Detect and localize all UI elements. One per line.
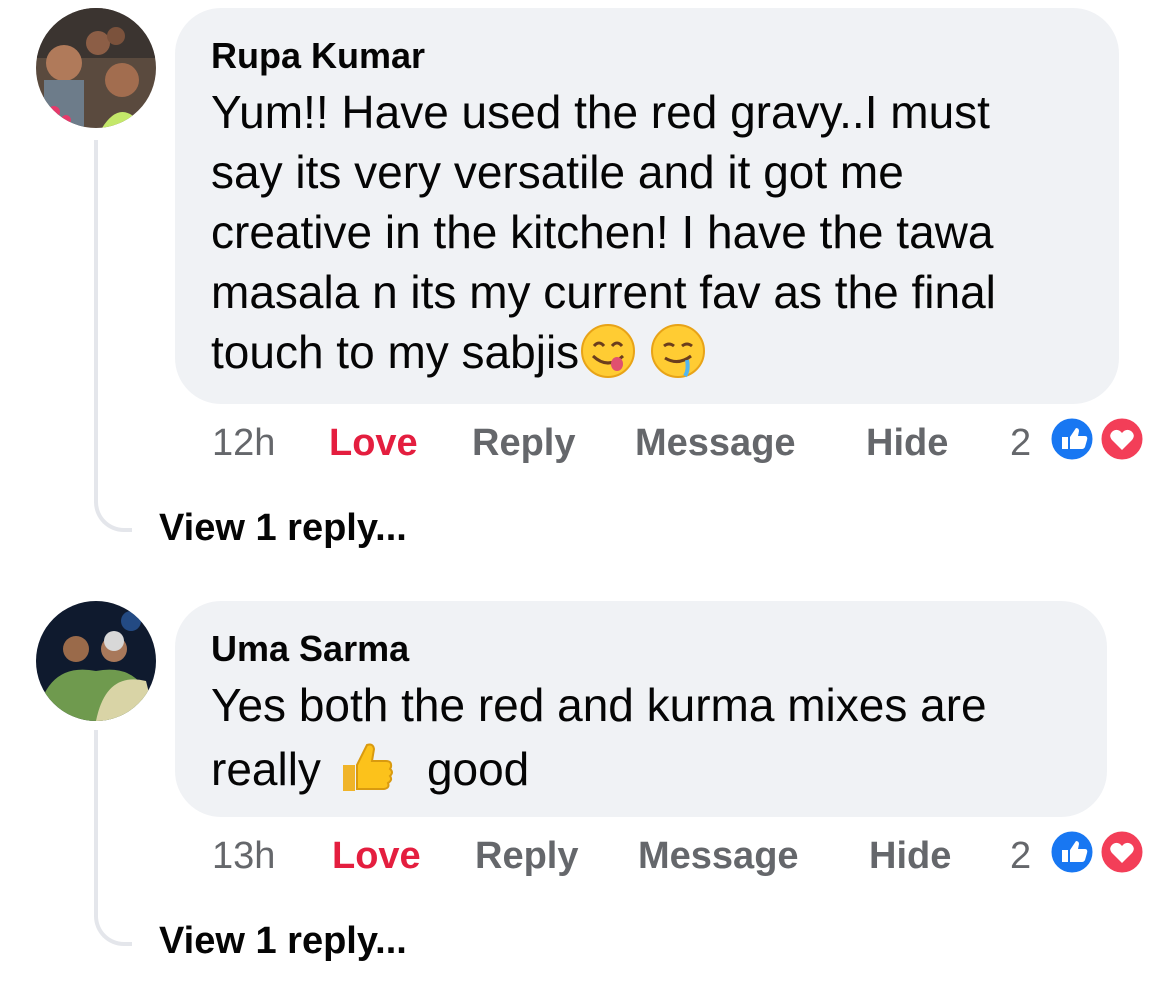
- comment-author[interactable]: Rupa Kumar: [211, 34, 1083, 78]
- message-action[interactable]: Message: [635, 415, 796, 471]
- comment-author[interactable]: Uma Sarma: [211, 627, 1071, 671]
- hide-action[interactable]: Hide: [869, 828, 951, 884]
- reaction-count[interactable]: 2: [1010, 415, 1031, 471]
- reply-thread-line: [94, 730, 132, 946]
- reply-action[interactable]: Reply: [475, 828, 578, 884]
- comment-text: Yes both the red and kurma mixes are real…: [211, 679, 987, 797]
- love-action[interactable]: Love: [329, 415, 418, 471]
- reply-action[interactable]: Reply: [472, 415, 575, 471]
- reaction-icons[interactable]: [1048, 828, 1150, 892]
- reply-thread-line: [94, 140, 132, 532]
- comment-timestamp[interactable]: 13h: [212, 828, 275, 884]
- message-action[interactable]: Message: [638, 828, 799, 884]
- avatar[interactable]: [36, 8, 156, 128]
- love-reaction-icon: [1098, 828, 1146, 876]
- reaction-count[interactable]: 2: [1010, 828, 1031, 884]
- comment-actions: 13h Love Reply Message Hide 2: [212, 828, 1152, 884]
- comment-bubble[interactable]: Rupa Kumar Yum!! Have used the red gravy…: [175, 8, 1119, 404]
- love-action[interactable]: Love: [332, 828, 421, 884]
- yum-face-icon: [579, 322, 637, 380]
- like-reaction-icon: [1048, 828, 1096, 876]
- view-replies-link[interactable]: View 1 reply...: [159, 504, 407, 552]
- drooling-face-icon: [649, 322, 707, 380]
- reaction-icons[interactable]: [1048, 415, 1150, 479]
- view-replies-link[interactable]: View 1 reply...: [159, 917, 407, 965]
- like-reaction-icon: [1048, 415, 1096, 463]
- comment-timestamp[interactable]: 12h: [212, 415, 275, 471]
- hide-action[interactable]: Hide: [866, 415, 948, 471]
- comment-text: Yum!! Have used the red gravy..I must say…: [211, 86, 996, 380]
- love-reaction-icon: [1098, 415, 1146, 463]
- comment-actions: 12h Love Reply Message Hide 2: [212, 415, 1152, 471]
- comment-bubble[interactable]: Uma Sarma Yes both the red and kurma mix…: [175, 601, 1107, 817]
- thumbs-up-icon: [335, 735, 397, 797]
- avatar[interactable]: [36, 601, 156, 721]
